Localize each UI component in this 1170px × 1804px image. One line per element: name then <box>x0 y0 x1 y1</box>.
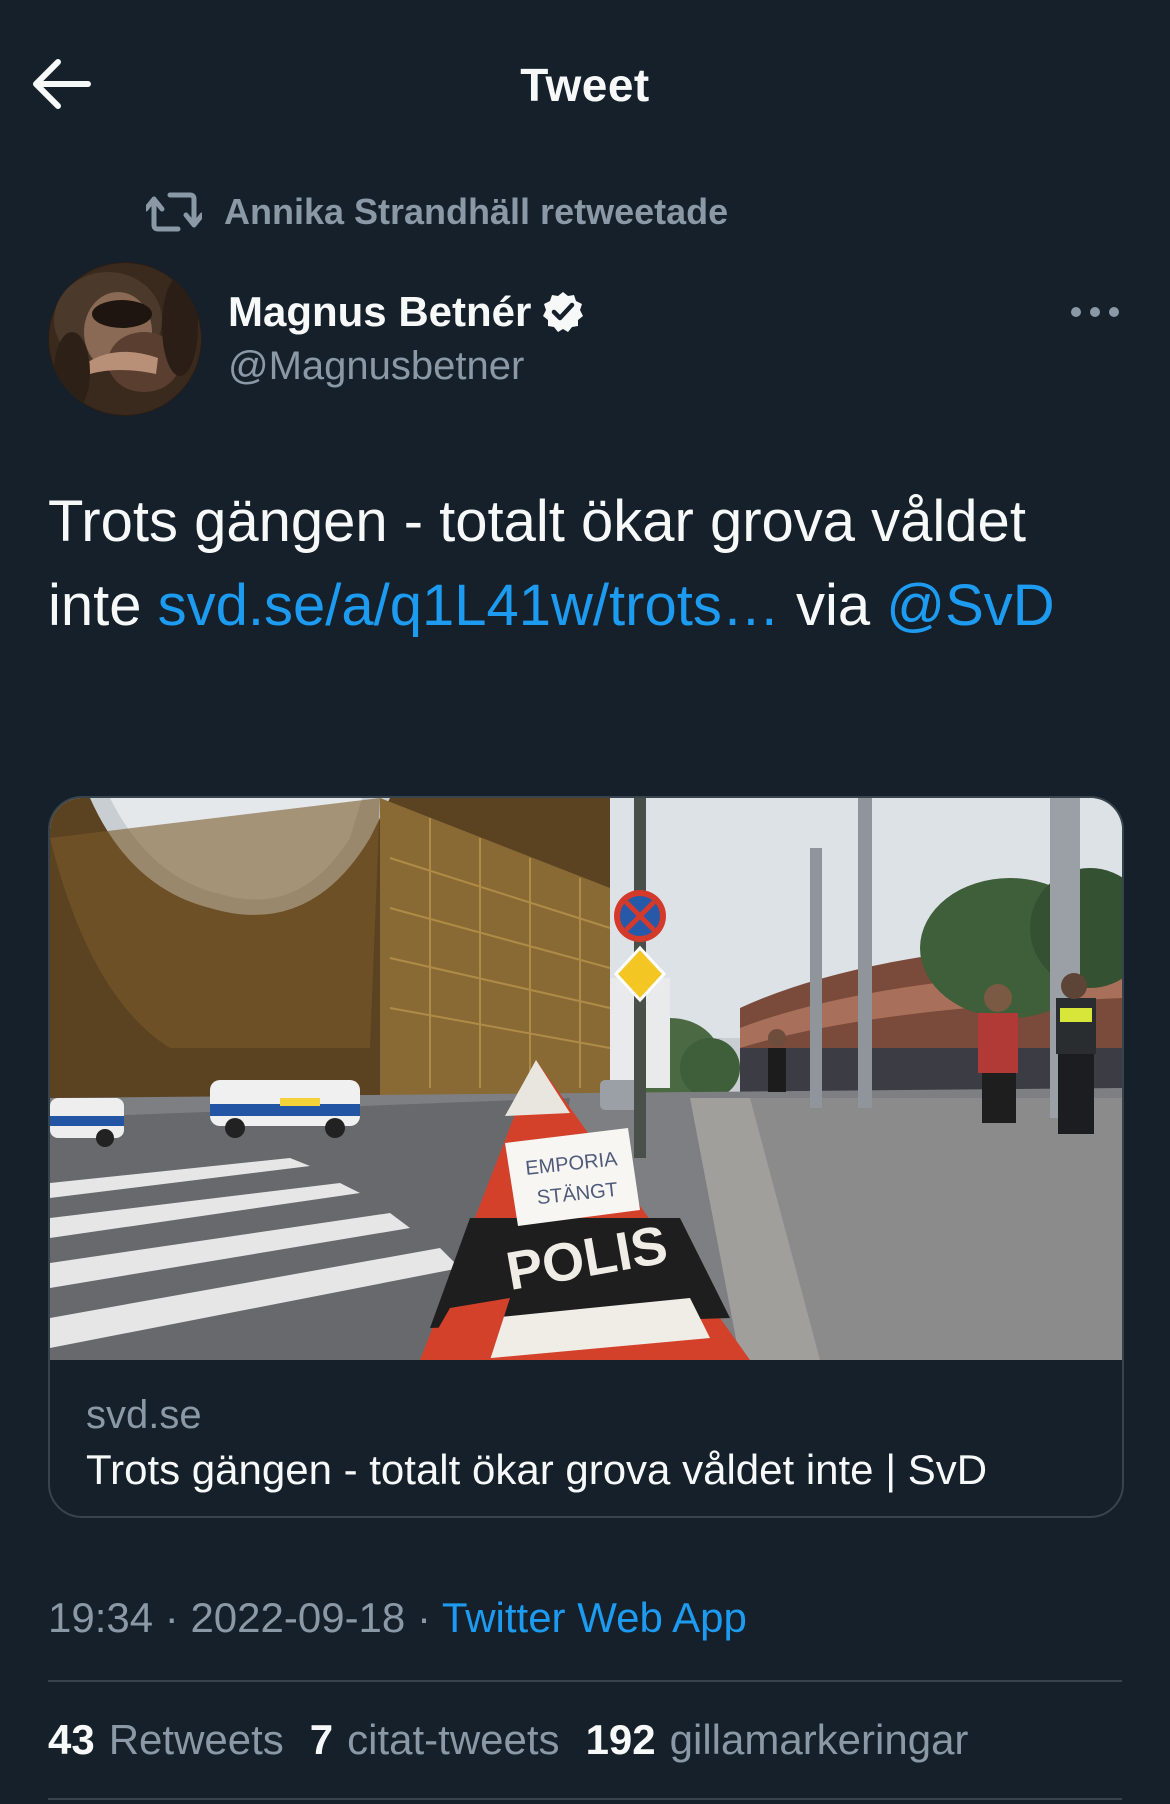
more-dots-icon <box>1071 307 1119 317</box>
card-domain: svd.se <box>86 1393 202 1437</box>
retweets-stat[interactable]: 43 Retweets <box>48 1712 284 1768</box>
meta-separator-1: · <box>153 1594 191 1641</box>
tweet-mention[interactable]: @SvD <box>886 573 1054 638</box>
quote-tweets-stat[interactable]: 7 citat-tweets <box>310 1712 560 1768</box>
author-name[interactable]: Magnus Betnér <box>228 288 531 336</box>
retweets-count: 43 <box>48 1716 95 1763</box>
top-bar: Tweet <box>0 0 1170 170</box>
quote-tweets-count: 7 <box>309 1716 334 1763</box>
tweet-date[interactable]: 2022-09-18 <box>190 1594 405 1641</box>
author-handle[interactable]: @Magnusbetner <box>228 344 585 389</box>
verified-badge-icon <box>543 292 584 332</box>
meta-separator-2: · <box>405 1594 442 1641</box>
page-title: Tweet <box>520 59 650 111</box>
tweet-source[interactable]: Twitter Web App <box>442 1594 747 1641</box>
avatar-image <box>48 262 202 416</box>
card-meta: svd.se Trots gängen - totalt ökar grova … <box>86 1390 1086 1498</box>
quote-tweets-label: citat-tweets <box>347 1716 560 1763</box>
tweet-meta: 19:34 · 2022-09-18 · Twitter Web App <box>48 1590 747 1646</box>
author-block: Magnus Betnér @Magnusbetner <box>228 282 585 389</box>
tweet-text-part2: via <box>779 573 887 638</box>
more-options-button[interactable] <box>1068 292 1122 332</box>
tweet-time[interactable]: 19:34 <box>48 1594 153 1641</box>
retweet-context: Annika Strandhäll retweetade <box>146 187 728 237</box>
divider <box>48 1680 1122 1682</box>
card-title: Trots gängen - totalt ökar grova våldet … <box>86 1446 988 1493</box>
divider-bottom <box>48 1798 1122 1800</box>
avatar[interactable] <box>48 262 202 416</box>
engagement-stats: 43 Retweets 7 citat-tweets 192 gillamarkeri… <box>48 1712 994 1768</box>
link-card[interactable]: EMPORIA STÄNGT POLIS svd.se Trots gängen… <box>48 796 1124 1518</box>
retweet-icon <box>146 192 202 232</box>
likes-stat[interactable]: 192 gillamarkeringar <box>586 1712 969 1768</box>
tweet-link[interactable]: svd.se/a/q1L41w/trots… <box>158 573 780 638</box>
author-name-row: Magnus Betnér <box>228 282 585 342</box>
retweet-context-text[interactable]: Annika Strandhäll retweetade <box>224 191 728 233</box>
tweet-text: Trots gängen - totalt ökar grova våldet … <box>48 480 1128 648</box>
retweets-label: Retweets <box>108 1716 284 1763</box>
likes-count: 192 <box>585 1716 656 1763</box>
card-image: EMPORIA STÄNGT POLIS <box>50 798 1122 1360</box>
likes-label: gillamarkeringar <box>669 1716 969 1763</box>
